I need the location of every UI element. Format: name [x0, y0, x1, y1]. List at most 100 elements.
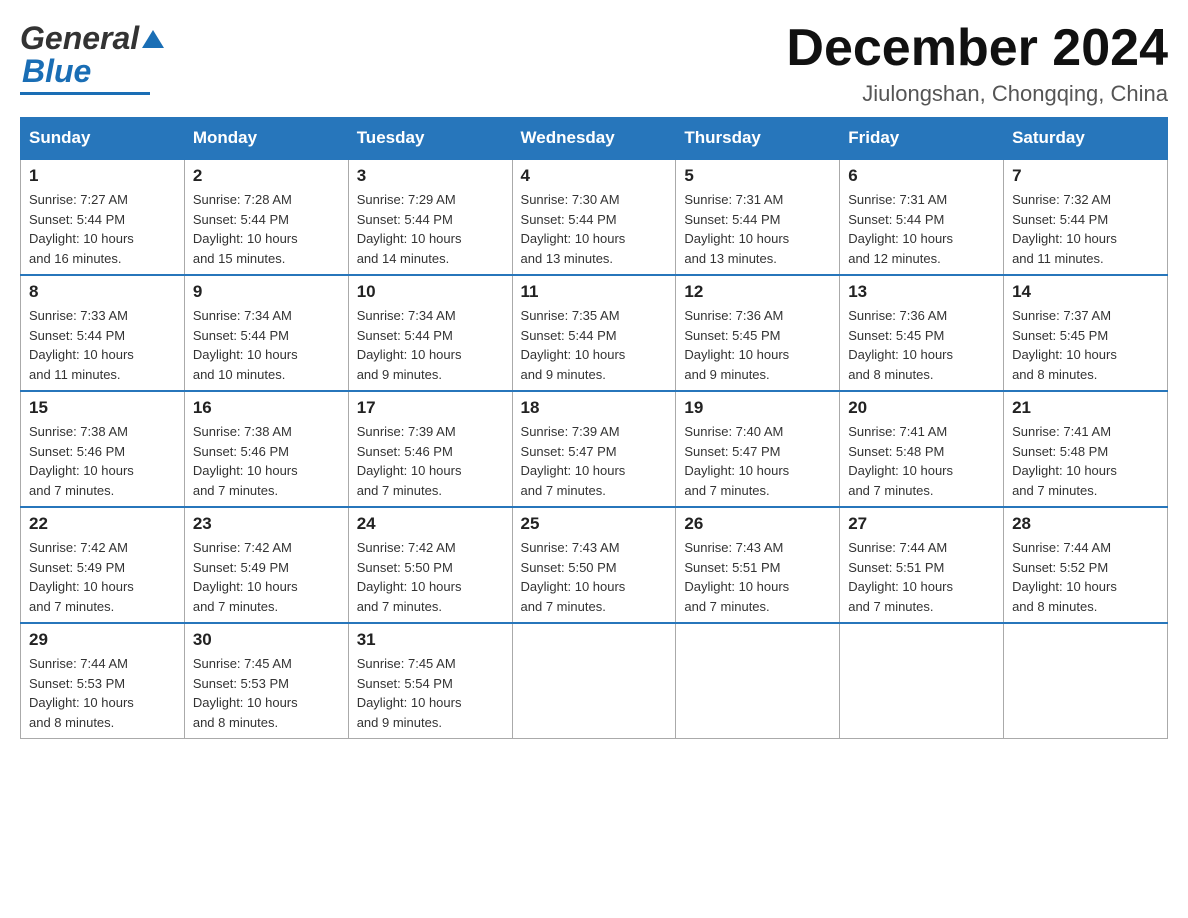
day-info: Sunrise: 7:27 AMSunset: 5:44 PMDaylight:… — [29, 192, 134, 266]
calendar-cell: 12 Sunrise: 7:36 AMSunset: 5:45 PMDaylig… — [676, 275, 840, 391]
calendar-week-row: 29 Sunrise: 7:44 AMSunset: 5:53 PMDaylig… — [21, 623, 1168, 739]
calendar-cell: 14 Sunrise: 7:37 AMSunset: 5:45 PMDaylig… — [1004, 275, 1168, 391]
calendar-cell: 4 Sunrise: 7:30 AMSunset: 5:44 PMDayligh… — [512, 159, 676, 275]
day-number: 2 — [193, 166, 340, 186]
day-number: 8 — [29, 282, 176, 302]
calendar-cell — [512, 623, 676, 739]
day-number: 14 — [1012, 282, 1159, 302]
calendar-cell: 27 Sunrise: 7:44 AMSunset: 5:51 PMDaylig… — [840, 507, 1004, 623]
day-info: Sunrise: 7:28 AMSunset: 5:44 PMDaylight:… — [193, 192, 298, 266]
day-info: Sunrise: 7:42 AMSunset: 5:49 PMDaylight:… — [29, 540, 134, 614]
calendar-table: SundayMondayTuesdayWednesdayThursdayFrid… — [20, 117, 1168, 739]
day-number: 26 — [684, 514, 831, 534]
day-number: 16 — [193, 398, 340, 418]
calendar-cell: 28 Sunrise: 7:44 AMSunset: 5:52 PMDaylig… — [1004, 507, 1168, 623]
logo: General Blue — [20, 20, 166, 95]
day-info: Sunrise: 7:38 AMSunset: 5:46 PMDaylight:… — [193, 424, 298, 498]
day-info: Sunrise: 7:33 AMSunset: 5:44 PMDaylight:… — [29, 308, 134, 382]
day-number: 31 — [357, 630, 504, 650]
calendar-cell: 7 Sunrise: 7:32 AMSunset: 5:44 PMDayligh… — [1004, 159, 1168, 275]
day-number: 22 — [29, 514, 176, 534]
calendar-header-row: SundayMondayTuesdayWednesdayThursdayFrid… — [21, 118, 1168, 160]
calendar-cell: 21 Sunrise: 7:41 AMSunset: 5:48 PMDaylig… — [1004, 391, 1168, 507]
calendar-cell: 16 Sunrise: 7:38 AMSunset: 5:46 PMDaylig… — [184, 391, 348, 507]
day-info: Sunrise: 7:44 AMSunset: 5:53 PMDaylight:… — [29, 656, 134, 730]
day-info: Sunrise: 7:43 AMSunset: 5:51 PMDaylight:… — [684, 540, 789, 614]
day-info: Sunrise: 7:39 AMSunset: 5:46 PMDaylight:… — [357, 424, 462, 498]
calendar-cell: 2 Sunrise: 7:28 AMSunset: 5:44 PMDayligh… — [184, 159, 348, 275]
day-number: 27 — [848, 514, 995, 534]
day-number: 19 — [684, 398, 831, 418]
day-info: Sunrise: 7:29 AMSunset: 5:44 PMDaylight:… — [357, 192, 462, 266]
calendar-cell: 29 Sunrise: 7:44 AMSunset: 5:53 PMDaylig… — [21, 623, 185, 739]
day-number: 11 — [521, 282, 668, 302]
calendar-cell: 22 Sunrise: 7:42 AMSunset: 5:49 PMDaylig… — [21, 507, 185, 623]
day-info: Sunrise: 7:42 AMSunset: 5:49 PMDaylight:… — [193, 540, 298, 614]
weekday-header-wednesday: Wednesday — [512, 118, 676, 160]
day-number: 18 — [521, 398, 668, 418]
calendar-cell: 15 Sunrise: 7:38 AMSunset: 5:46 PMDaylig… — [21, 391, 185, 507]
day-info: Sunrise: 7:31 AMSunset: 5:44 PMDaylight:… — [684, 192, 789, 266]
day-number: 17 — [357, 398, 504, 418]
day-number: 20 — [848, 398, 995, 418]
calendar-cell: 11 Sunrise: 7:35 AMSunset: 5:44 PMDaylig… — [512, 275, 676, 391]
calendar-week-row: 15 Sunrise: 7:38 AMSunset: 5:46 PMDaylig… — [21, 391, 1168, 507]
day-info: Sunrise: 7:39 AMSunset: 5:47 PMDaylight:… — [521, 424, 626, 498]
calendar-cell: 25 Sunrise: 7:43 AMSunset: 5:50 PMDaylig… — [512, 507, 676, 623]
calendar-cell: 6 Sunrise: 7:31 AMSunset: 5:44 PMDayligh… — [840, 159, 1004, 275]
logo-general-text: General — [20, 20, 139, 57]
day-number: 25 — [521, 514, 668, 534]
day-number: 24 — [357, 514, 504, 534]
day-info: Sunrise: 7:36 AMSunset: 5:45 PMDaylight:… — [848, 308, 953, 382]
day-info: Sunrise: 7:44 AMSunset: 5:51 PMDaylight:… — [848, 540, 953, 614]
calendar-week-row: 1 Sunrise: 7:27 AMSunset: 5:44 PMDayligh… — [21, 159, 1168, 275]
calendar-cell: 13 Sunrise: 7:36 AMSunset: 5:45 PMDaylig… — [840, 275, 1004, 391]
day-info: Sunrise: 7:42 AMSunset: 5:50 PMDaylight:… — [357, 540, 462, 614]
calendar-cell: 3 Sunrise: 7:29 AMSunset: 5:44 PMDayligh… — [348, 159, 512, 275]
day-number: 30 — [193, 630, 340, 650]
calendar-cell: 17 Sunrise: 7:39 AMSunset: 5:46 PMDaylig… — [348, 391, 512, 507]
day-info: Sunrise: 7:45 AMSunset: 5:53 PMDaylight:… — [193, 656, 298, 730]
logo-triangle-icon — [142, 28, 164, 50]
calendar-cell: 10 Sunrise: 7:34 AMSunset: 5:44 PMDaylig… — [348, 275, 512, 391]
calendar-cell: 26 Sunrise: 7:43 AMSunset: 5:51 PMDaylig… — [676, 507, 840, 623]
calendar-week-row: 22 Sunrise: 7:42 AMSunset: 5:49 PMDaylig… — [21, 507, 1168, 623]
calendar-cell: 23 Sunrise: 7:42 AMSunset: 5:49 PMDaylig… — [184, 507, 348, 623]
day-info: Sunrise: 7:38 AMSunset: 5:46 PMDaylight:… — [29, 424, 134, 498]
day-info: Sunrise: 7:37 AMSunset: 5:45 PMDaylight:… — [1012, 308, 1117, 382]
month-title: December 2024 — [786, 20, 1168, 77]
day-info: Sunrise: 7:35 AMSunset: 5:44 PMDaylight:… — [521, 308, 626, 382]
day-number: 28 — [1012, 514, 1159, 534]
day-number: 1 — [29, 166, 176, 186]
day-number: 23 — [193, 514, 340, 534]
day-info: Sunrise: 7:44 AMSunset: 5:52 PMDaylight:… — [1012, 540, 1117, 614]
page-header: General Blue December 2024 Jiulongshan, … — [20, 20, 1168, 107]
logo-underline — [20, 92, 150, 95]
day-number: 4 — [521, 166, 668, 186]
weekday-header-saturday: Saturday — [1004, 118, 1168, 160]
calendar-cell — [1004, 623, 1168, 739]
calendar-cell: 5 Sunrise: 7:31 AMSunset: 5:44 PMDayligh… — [676, 159, 840, 275]
day-number: 6 — [848, 166, 995, 186]
weekday-header-friday: Friday — [840, 118, 1004, 160]
day-info: Sunrise: 7:41 AMSunset: 5:48 PMDaylight:… — [848, 424, 953, 498]
day-number: 9 — [193, 282, 340, 302]
weekday-header-thursday: Thursday — [676, 118, 840, 160]
calendar-week-row: 8 Sunrise: 7:33 AMSunset: 5:44 PMDayligh… — [21, 275, 1168, 391]
calendar-cell: 8 Sunrise: 7:33 AMSunset: 5:44 PMDayligh… — [21, 275, 185, 391]
day-number: 3 — [357, 166, 504, 186]
location-title: Jiulongshan, Chongqing, China — [786, 81, 1168, 107]
calendar-cell: 30 Sunrise: 7:45 AMSunset: 5:53 PMDaylig… — [184, 623, 348, 739]
day-info: Sunrise: 7:43 AMSunset: 5:50 PMDaylight:… — [521, 540, 626, 614]
day-info: Sunrise: 7:40 AMSunset: 5:47 PMDaylight:… — [684, 424, 789, 498]
day-number: 7 — [1012, 166, 1159, 186]
weekday-header-tuesday: Tuesday — [348, 118, 512, 160]
logo-blue-text: Blue — [22, 53, 91, 90]
title-block: December 2024 Jiulongshan, Chongqing, Ch… — [786, 20, 1168, 107]
day-info: Sunrise: 7:45 AMSunset: 5:54 PMDaylight:… — [357, 656, 462, 730]
day-number: 29 — [29, 630, 176, 650]
calendar-cell: 19 Sunrise: 7:40 AMSunset: 5:47 PMDaylig… — [676, 391, 840, 507]
calendar-cell: 18 Sunrise: 7:39 AMSunset: 5:47 PMDaylig… — [512, 391, 676, 507]
day-number: 5 — [684, 166, 831, 186]
weekday-header-sunday: Sunday — [21, 118, 185, 160]
